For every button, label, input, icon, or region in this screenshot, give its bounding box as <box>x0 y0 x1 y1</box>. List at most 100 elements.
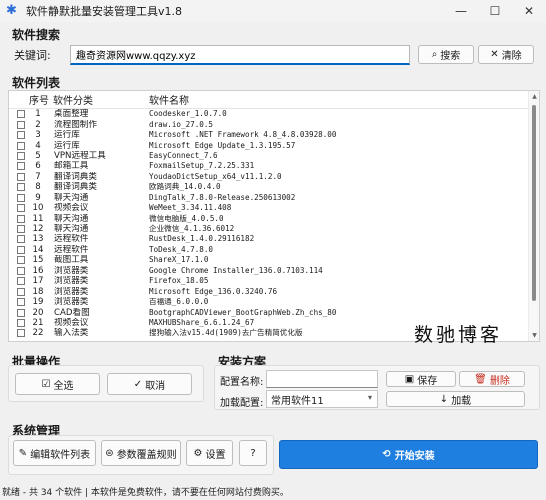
row-software-name: FoxmailSetup_7.2.25.331 <box>149 161 255 171</box>
table-row[interactable]: 3 运行库 Microsoft .NET Framework 4.8_4.8.039… <box>9 130 529 140</box>
start-install-button[interactable]: ⟲ 开始安装 <box>279 440 538 469</box>
row-category: 运行库 <box>54 130 80 141</box>
row-checkbox[interactable] <box>17 225 25 234</box>
row-checkbox[interactable] <box>17 235 25 244</box>
load-config-button[interactable]: ↓ 加载 <box>386 391 525 407</box>
delete-config-button[interactable]: 🗑 删除 <box>459 371 525 387</box>
row-number: 10 <box>32 203 44 214</box>
row-category: CAD看图 <box>54 307 90 318</box>
row-software-name: Coodesker_1.0.7.0 <box>149 109 227 119</box>
header-no[interactable]: 序号 <box>29 92 49 107</box>
row-checkbox[interactable] <box>17 277 25 286</box>
select-all-button[interactable]: ☑ 全选 <box>15 373 100 395</box>
row-number: 5 <box>35 150 41 161</box>
row-checkbox[interactable] <box>17 172 25 181</box>
vertical-scrollbar[interactable]: ▲ ▼ <box>528 91 539 341</box>
row-software-name: 微信电脑版_4.0.5.0 <box>149 213 224 223</box>
row-category: 截图工具 <box>54 255 89 266</box>
row-checkbox[interactable] <box>17 110 25 119</box>
table-row[interactable]: 14 远程软件 ToDesk_4.7.8.0 <box>9 245 529 255</box>
row-checkbox[interactable] <box>17 141 25 150</box>
row-number: 14 <box>32 244 44 255</box>
row-software-name: Microsoft Edge_136.0.3240.76 <box>149 286 278 296</box>
table-row[interactable]: 8 翻译词典类 欧路词典_14.0.4.0 <box>9 182 529 192</box>
table-row[interactable]: 19 浏览器类 百福通_6.0.0.0 <box>9 297 529 307</box>
row-checkbox[interactable] <box>17 193 25 202</box>
table-row[interactable]: 2 流程图制作 draw.io_27.0.5 <box>9 119 529 130</box>
table-row[interactable]: 4 运行库 Microsoft Edge Update_1.3.195.57 <box>9 140 529 151</box>
row-software-name: ToDesk_4.7.8.0 <box>149 244 214 254</box>
row-checkbox[interactable] <box>17 245 25 254</box>
row-number: 8 <box>35 182 41 193</box>
scroll-thumb[interactable] <box>532 105 536 301</box>
row-checkbox[interactable] <box>17 256 25 265</box>
row-checkbox[interactable] <box>17 151 25 160</box>
table-row[interactable]: 20 CAD看图 BootgraphCADViewer_BootGraphWeb.Z… <box>9 307 529 318</box>
scroll-down-icon[interactable]: ▼ <box>529 330 539 341</box>
row-checkbox[interactable] <box>17 287 25 296</box>
keyword-label: 关键词: <box>14 49 51 62</box>
table-row[interactable]: 17 浏览器类 Firefox_18.05 <box>9 276 529 286</box>
save-icon: ▣ <box>404 373 415 385</box>
search-input[interactable] <box>70 45 410 65</box>
list-header: 序号 软件分类 软件名称 <box>9 91 529 109</box>
row-checkbox[interactable] <box>17 308 25 317</box>
row-category: 运行库 <box>54 140 80 151</box>
window-title: 软件静默批量安装管理工具v1.8 <box>26 5 183 18</box>
edit-list-button[interactable]: ✎ 编辑软件列表 <box>13 440 96 466</box>
row-checkbox[interactable] <box>17 214 25 223</box>
row-checkbox[interactable] <box>17 183 25 192</box>
header-category[interactable]: 软件分类 <box>49 92 149 107</box>
row-category: 视频会议 <box>54 203 89 214</box>
table-row[interactable]: 10 视频会议 WeMeet_3.34.11.408 <box>9 203 529 213</box>
param-rules-button[interactable]: ⊜ 参数覆盖规则 <box>101 440 181 466</box>
search-icon: ⌕ <box>431 49 438 60</box>
row-checkbox[interactable] <box>17 131 25 140</box>
row-number: 11 <box>32 213 44 224</box>
close-button[interactable]: ✕ <box>512 0 546 22</box>
load-config-select[interactable]: 常用软件11 ▾ <box>266 390 378 408</box>
table-row[interactable]: 5 VPN远程工具 EasyConnect_7.6 <box>9 151 529 161</box>
row-checkbox[interactable] <box>17 162 25 171</box>
table-row[interactable]: 15 截图工具 ShareX_17.1.0 <box>9 255 529 265</box>
table-row[interactable]: 9 聊天沟通 DingTalk_7.8.0-Release.250613002 <box>9 193 529 203</box>
header-name[interactable]: 软件名称 <box>149 92 189 107</box>
row-checkbox[interactable] <box>17 120 25 129</box>
maximize-button[interactable]: ☐ <box>478 0 512 22</box>
minimize-button[interactable]: — <box>444 0 478 22</box>
table-row[interactable]: 12 聊天沟通 企业微信_4.1.36.6012 <box>9 224 529 234</box>
row-checkbox[interactable] <box>17 204 25 213</box>
table-row[interactable]: 7 翻译词典类 YoudaoDictSetup_x64_v11.1.2.0 <box>9 172 529 182</box>
check-square-icon: ☑ <box>41 378 51 390</box>
deselect-button[interactable]: ✓ 取消 <box>107 373 192 395</box>
settings-label: 设置 <box>205 449 226 461</box>
row-checkbox[interactable] <box>17 298 25 307</box>
search-button[interactable]: ⌕ 搜索 <box>418 45 474 64</box>
config-name-input[interactable] <box>266 370 378 388</box>
pencil-icon: ✎ <box>18 447 28 459</box>
clear-button[interactable]: ✕ 清除 <box>478 45 534 64</box>
save-config-button[interactable]: ▣ 保存 <box>386 371 456 387</box>
list-section-title: 软件列表 <box>12 76 61 90</box>
table-row[interactable]: 6 邮箱工具 FoxmailSetup_7.2.25.331 <box>9 161 529 171</box>
table-row[interactable]: 18 浏览器类 Microsoft Edge_136.0.3240.76 <box>9 286 529 297</box>
row-software-name: RustDesk_1.4.0.29116182 <box>149 234 255 244</box>
settings-button[interactable]: ⚙ 设置 <box>186 440 233 466</box>
row-category: 浏览器类 <box>54 265 89 276</box>
table-row[interactable]: 13 远程软件 RustDesk_1.4.0.29116182 <box>9 234 529 244</box>
help-button[interactable]: ? <box>239 440 267 466</box>
row-checkbox[interactable] <box>17 318 25 327</box>
row-software-name: MAXHUBShare_6.6.1.24_67 <box>149 317 255 327</box>
scroll-up-icon[interactable]: ▲ <box>529 91 539 102</box>
table-row[interactable]: 16 浏览器类 Google Chrome Installer_136.0.7103… <box>9 266 529 276</box>
row-category: 翻译词典类 <box>54 182 97 193</box>
table-row[interactable]: 11 聊天沟通 微信电脑版_4.0.5.0 <box>9 213 529 224</box>
row-checkbox[interactable] <box>17 329 25 338</box>
table-row[interactable]: 1 桌面整理 Coodesker_1.0.7.0 <box>9 109 529 119</box>
row-category: 远程软件 <box>54 244 89 255</box>
row-checkbox[interactable] <box>17 266 25 275</box>
row-number: 17 <box>32 276 44 287</box>
save-label: 保存 <box>417 375 438 387</box>
row-number: 9 <box>35 192 41 203</box>
load-config-label: 加载配置: <box>220 398 264 409</box>
